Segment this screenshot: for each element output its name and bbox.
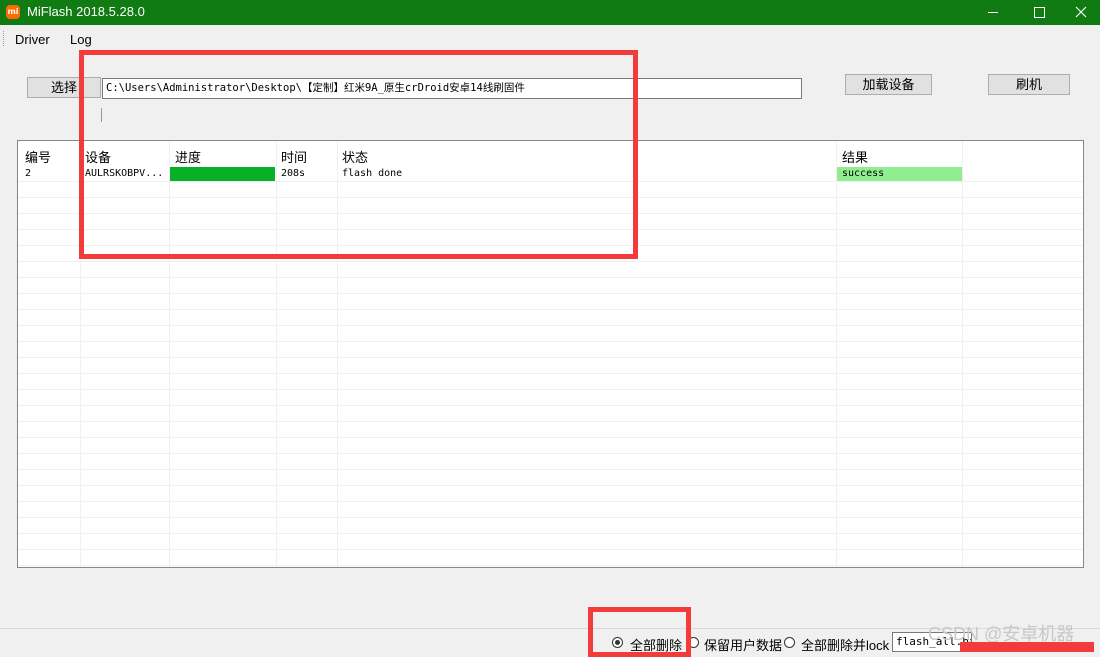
title-bar: mi MiFlash 2018.5.28.0 bbox=[0, 0, 1100, 25]
maximize-button[interactable] bbox=[1016, 0, 1062, 25]
menu-log[interactable]: Log bbox=[70, 32, 92, 47]
row-gridline bbox=[18, 501, 1083, 502]
row-gridline bbox=[18, 373, 1083, 374]
row-gridline bbox=[18, 341, 1083, 342]
minimize-icon bbox=[988, 12, 998, 13]
row-result-text: success bbox=[842, 168, 885, 179]
row-gridline bbox=[18, 453, 1083, 454]
row-gridline bbox=[18, 261, 1083, 262]
menu-bar: Driver Log bbox=[0, 27, 1100, 49]
row-gridline bbox=[18, 389, 1083, 390]
menu-grip bbox=[3, 31, 7, 46]
row-gridline bbox=[18, 405, 1083, 406]
flash-button[interactable]: 刷机 bbox=[988, 74, 1070, 95]
close-button[interactable] bbox=[1062, 0, 1100, 25]
annotation-box-path-and-status bbox=[79, 50, 638, 259]
row-gridline bbox=[18, 293, 1083, 294]
row-gridline bbox=[18, 469, 1083, 470]
row-gridline bbox=[18, 549, 1083, 550]
header-id[interactable]: 编号 bbox=[25, 147, 51, 166]
row-gridline bbox=[18, 309, 1083, 310]
menu-driver[interactable]: Driver bbox=[15, 32, 50, 47]
row-gridline bbox=[18, 485, 1083, 486]
radio-save-user-data-label[interactable]: 保留用户数据 bbox=[704, 635, 782, 654]
row-gridline bbox=[18, 277, 1083, 278]
close-icon bbox=[1075, 6, 1087, 18]
radio-clean-all-and-lock-label[interactable]: 全部删除并lock bbox=[801, 635, 889, 654]
load-device-button[interactable]: 加载设备 bbox=[845, 74, 932, 95]
row-gridline bbox=[18, 437, 1083, 438]
row-id: 2 bbox=[25, 168, 32, 179]
row-gridline bbox=[18, 517, 1083, 518]
row-gridline bbox=[18, 421, 1083, 422]
header-result[interactable]: 结果 bbox=[842, 147, 868, 166]
minimize-button[interactable] bbox=[970, 0, 1016, 25]
column-divider bbox=[962, 141, 963, 567]
row-result-badge: success bbox=[837, 167, 962, 181]
radio-clean-all-and-lock[interactable] bbox=[784, 637, 795, 648]
annotation-bar-bottom-right bbox=[960, 642, 1094, 652]
row-gridline bbox=[18, 357, 1083, 358]
window-title: MiFlash 2018.5.28.0 bbox=[27, 4, 145, 19]
column-divider bbox=[836, 141, 837, 567]
row-gridline bbox=[18, 325, 1083, 326]
row-gridline bbox=[18, 565, 1083, 566]
miflash-app-icon: mi bbox=[6, 5, 20, 19]
annotation-box-clean-all bbox=[588, 607, 691, 657]
maximize-icon bbox=[1034, 7, 1045, 18]
row-gridline bbox=[18, 533, 1083, 534]
